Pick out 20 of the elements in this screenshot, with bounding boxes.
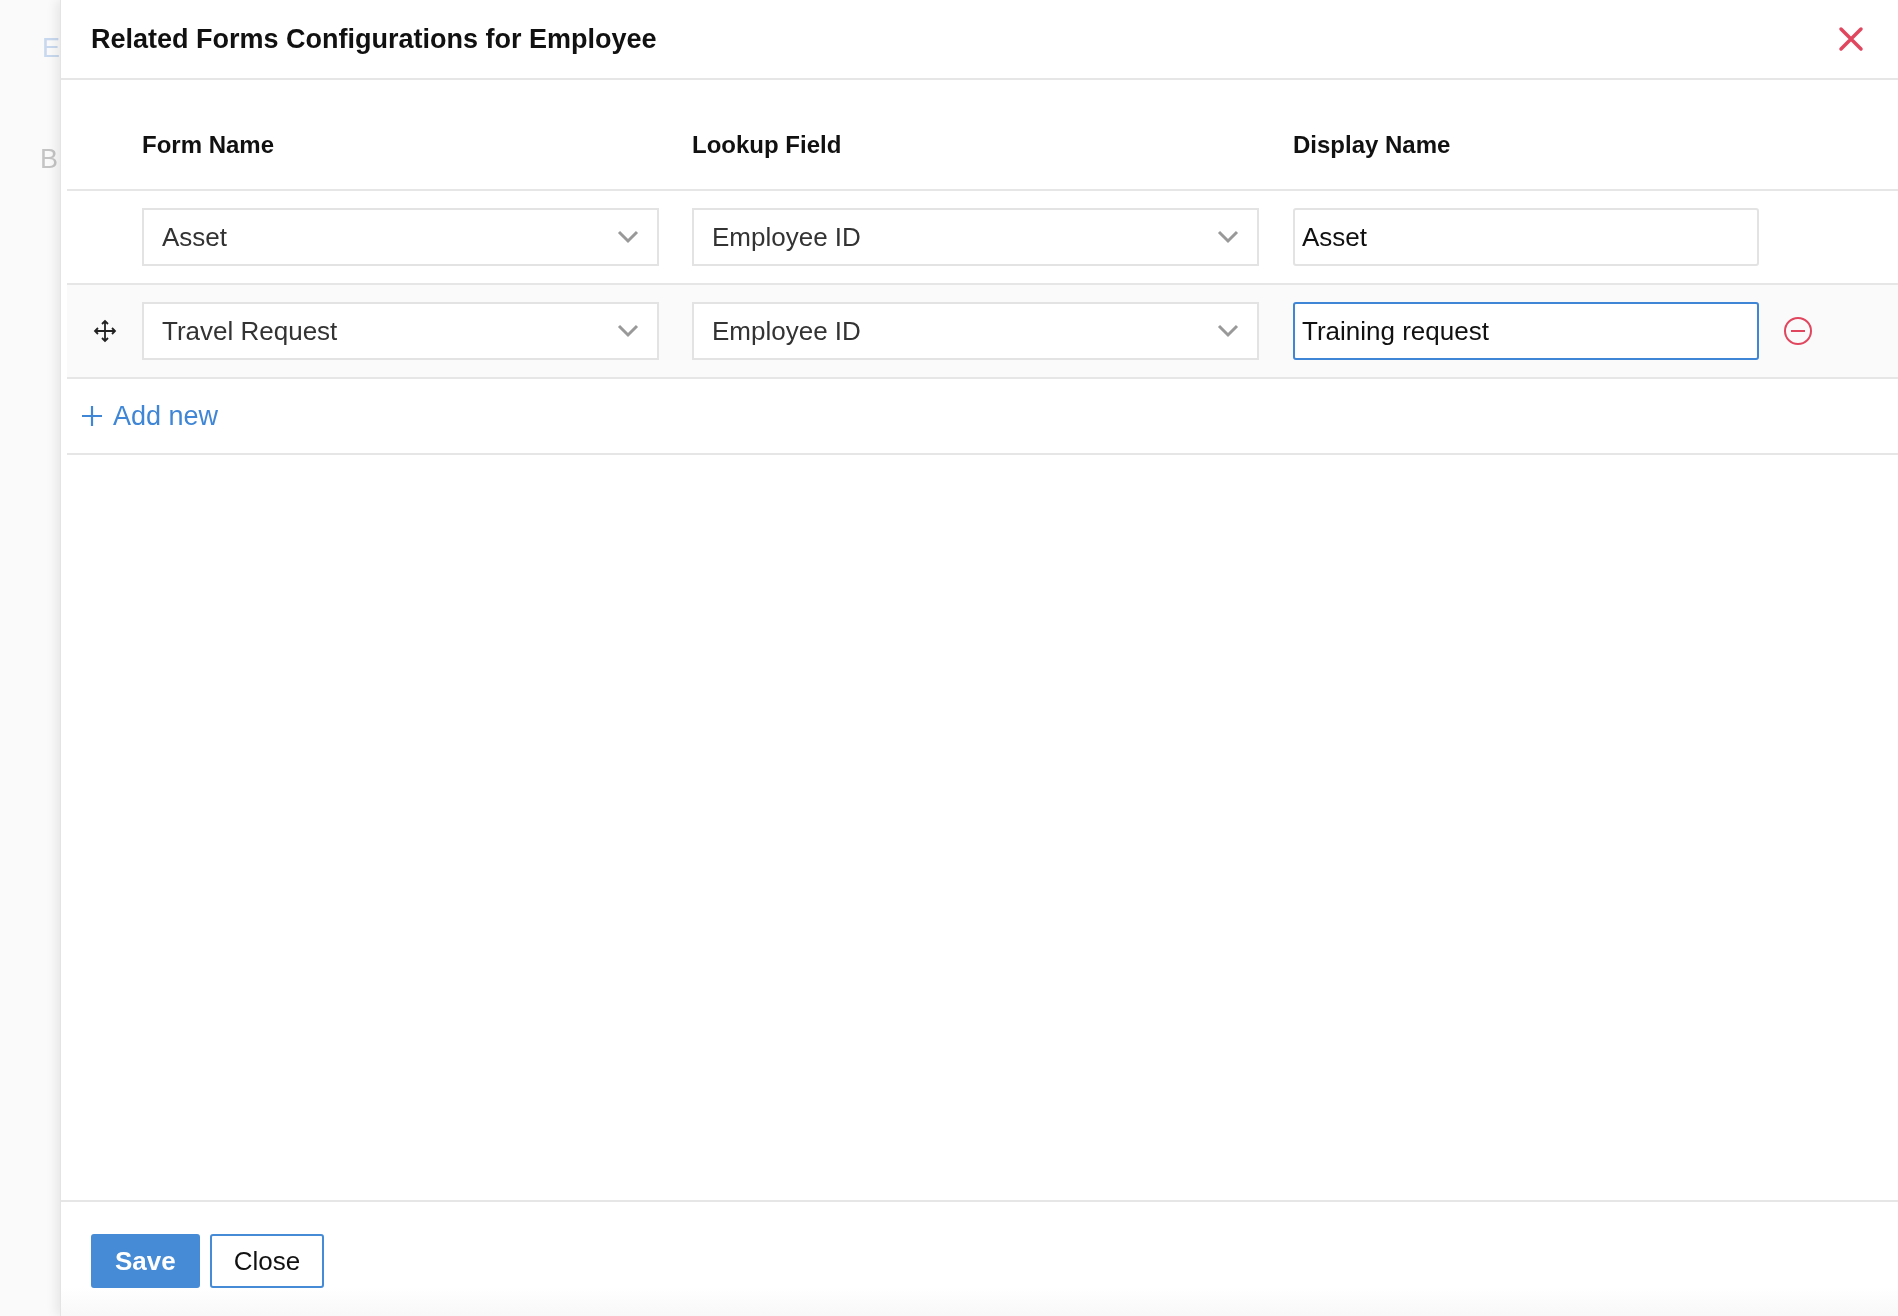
chevron-down-icon bbox=[617, 230, 639, 244]
lookup-field-dropdown[interactable]: Employee ID bbox=[692, 208, 1259, 266]
form-name-dropdown[interactable]: Travel Request bbox=[142, 302, 659, 360]
dialog-title: Related Forms Configurations for Employee bbox=[91, 22, 657, 56]
column-header: Lookup Field bbox=[692, 130, 842, 158]
display-name-field[interactable]: Training request bbox=[1293, 302, 1759, 360]
plus-icon bbox=[81, 405, 103, 427]
column-header: Form Name bbox=[142, 130, 275, 158]
save-button[interactable]: Save bbox=[91, 1234, 200, 1288]
close-button[interactable]: Close bbox=[209, 1234, 325, 1288]
lookup-field-dropdown[interactable]: Employee ID bbox=[692, 302, 1259, 360]
add-new-link[interactable]: Add new bbox=[81, 395, 219, 437]
chevron-down-icon bbox=[1217, 230, 1239, 244]
move-icon[interactable] bbox=[92, 319, 117, 343]
chevron-down-icon bbox=[1217, 324, 1239, 338]
display-name-field[interactable]: Asset bbox=[1293, 208, 1759, 266]
column-header: Display Name bbox=[1293, 130, 1451, 158]
form-name-dropdown[interactable]: Asset bbox=[142, 208, 659, 266]
chevron-down-icon bbox=[617, 324, 639, 338]
remove-icon[interactable] bbox=[1783, 316, 1813, 346]
